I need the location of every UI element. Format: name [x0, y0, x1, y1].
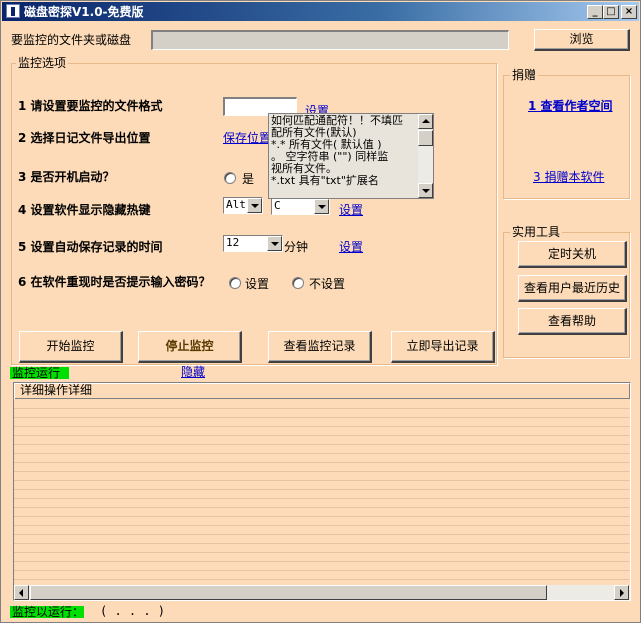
- horizontal-scrollbar[interactable]: [14, 585, 630, 600]
- donate-label: 捐赠: [510, 68, 539, 82]
- autostart-yes-radio[interactable]: [224, 172, 236, 184]
- minimize-icon: _: [592, 6, 598, 17]
- stop-monitor-button[interactable]: 停止监控: [138, 331, 242, 363]
- tools-label: 实用工具: [510, 225, 563, 239]
- list-column-header: 详细操作详细: [20, 383, 93, 397]
- browse-button[interactable]: 浏览: [534, 29, 630, 51]
- app-icon: [6, 4, 20, 18]
- scroll-thumb[interactable]: [418, 130, 433, 146]
- monitor-running-status: 监控运行: [10, 367, 69, 380]
- maximize-button[interactable]: □: [603, 5, 619, 19]
- window-title: 磁盘密探V1.0-免费版: [24, 5, 144, 19]
- user-history-button[interactable]: 查看用户最近历史: [518, 275, 627, 302]
- chevron-down-icon[interactable]: [267, 236, 282, 251]
- autostart-yes-label: 是: [242, 172, 255, 186]
- list-header[interactable]: 详细操作详细: [14, 383, 630, 399]
- q4-label: 4 设置软件显示隐藏热键: [18, 203, 151, 217]
- chevron-down-icon[interactable]: [314, 199, 329, 214]
- main-window: 磁盘密探V1.0-免费版 _ □ × 要监控的文件夹或磁盘 浏览 监控选项 1 …: [0, 0, 641, 623]
- q3-label: 3 是否开机启动？: [18, 170, 115, 184]
- folder-label: 要监控的文件夹或磁盘: [11, 33, 132, 47]
- help-line-6: *.txt 具有"txt"扩展名: [271, 174, 379, 187]
- hotkey-key-value: C: [274, 199, 281, 212]
- save-location-link[interactable]: 保存位置: [223, 131, 271, 145]
- hotkey-modifier-value: Alt: [226, 198, 246, 211]
- scroll-up-icon[interactable]: [418, 114, 433, 129]
- help-scrollbar[interactable]: [418, 114, 433, 198]
- password-none-radio[interactable]: [292, 277, 304, 289]
- monitor-started-value: ( . . . ): [100, 604, 166, 618]
- hotkey-modifier-select[interactable]: Alt: [223, 197, 263, 214]
- q5-label: 5 设置自动保存记录的时间: [18, 240, 163, 254]
- monitor-options-label: 监控选项: [16, 56, 69, 70]
- timed-shutdown-button[interactable]: 定时关机: [518, 241, 627, 268]
- password-set-radio[interactable]: [229, 277, 241, 289]
- scroll-right-icon[interactable]: [614, 585, 629, 600]
- hide-link[interactable]: 隐藏: [181, 365, 205, 379]
- author-space-link[interactable]: 1 查看作者空间: [528, 99, 613, 113]
- scroll-down-icon[interactable]: [418, 183, 433, 198]
- hotkey-key-select[interactable]: C: [271, 198, 330, 215]
- hscroll-thumb[interactable]: [30, 585, 547, 600]
- title-bar[interactable]: 磁盘密探V1.0-免费版 _ □ ×: [2, 2, 639, 21]
- export-records-button[interactable]: 立即导出记录: [391, 331, 495, 363]
- operations-list[interactable]: 详细操作详细: [13, 382, 631, 601]
- close-icon: ×: [624, 6, 634, 17]
- autosave-interval-value: 12: [226, 236, 240, 249]
- password-none-label: 不设置: [309, 277, 346, 291]
- minimize-button[interactable]: _: [587, 5, 603, 19]
- view-help-button[interactable]: 查看帮助: [518, 308, 627, 335]
- password-set-label: 设置: [245, 277, 270, 291]
- wildcard-help-popup: 如何匹配通配符！！不填匹 配所有文件(默认) *.* 所有文件( 默认值 ) 。…: [268, 113, 434, 199]
- chevron-down-icon[interactable]: [247, 198, 262, 213]
- minutes-unit: 分钟: [284, 240, 309, 254]
- list-body: [14, 400, 630, 585]
- folder-input[interactable]: [151, 30, 509, 50]
- hotkey-set-link[interactable]: 设置: [339, 203, 363, 217]
- donate-software-link[interactable]: 3 捐赠本软件: [533, 170, 604, 184]
- monitor-started-status: 监控以运行：: [10, 605, 85, 619]
- autosave-set-link[interactable]: 设置: [339, 240, 363, 254]
- start-monitor-button[interactable]: 开始监控: [19, 331, 123, 363]
- scroll-left-icon[interactable]: [14, 585, 29, 600]
- q6-label: 6 在软件重现时是否提示输入密码？: [18, 275, 211, 289]
- maximize-icon: □: [606, 6, 616, 17]
- q1-label: 1 请设置要监控的文件格式: [18, 99, 163, 113]
- close-button[interactable]: ×: [621, 5, 637, 19]
- autosave-interval-select[interactable]: 12: [223, 235, 283, 252]
- view-records-button[interactable]: 查看监控记录: [268, 331, 372, 363]
- q2-label: 2 选择日记文件导出位置: [18, 131, 151, 145]
